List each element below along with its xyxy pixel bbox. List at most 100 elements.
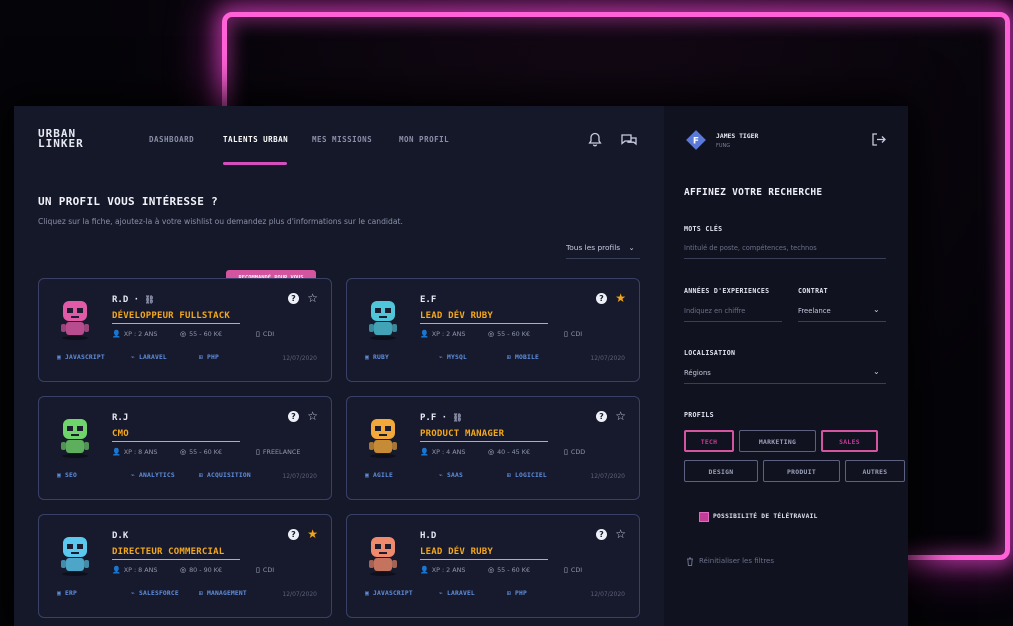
info-icon[interactable]: ? [596, 293, 607, 304]
info-icon[interactable]: ? [288, 411, 299, 422]
chat-icon[interactable] [620, 133, 638, 147]
candidate-avatar [61, 301, 89, 340]
candidate-initials: E.F [420, 295, 437, 305]
star-icon[interactable]: ☆ [615, 409, 626, 423]
tag-icon: ⊞ [199, 590, 207, 597]
person-icon: 👤 [112, 330, 121, 338]
chevron-down-icon[interactable]: ⌄ [873, 367, 880, 376]
tag-icon: ⌁ [131, 590, 139, 597]
star-icon[interactable]: ☆ [307, 409, 318, 423]
logo[interactable]: URBAN LINKER [38, 128, 84, 150]
candidate-card[interactable]: D.K DIRECTEUR COMMERCIAL 👤 XP : 8 ANS ◎ 80 - … [38, 514, 332, 618]
candidate-initials: R.D · ⛓ [112, 295, 155, 305]
tag-label: LARAVEL [446, 590, 475, 597]
experience-underline [684, 321, 782, 322]
profile-button-sales[interactable]: SALES [821, 430, 878, 452]
candidate-card[interactable]: R.D · ⛓ DÉVELOPPEUR FULLSTACK 👤 XP : 2 ANS ◎… [38, 278, 332, 382]
money-icon: ◎ [488, 566, 495, 574]
candidate-card[interactable]: P.F · ⛓ PRODUCT MANAGER 👤 XP : 4 ANS ◎ 40 - 4… [346, 396, 640, 500]
card-date: 12/07/2020 [590, 355, 625, 362]
skill-tag: ⌁ SAAS [439, 472, 463, 479]
star-icon[interactable]: ★ [615, 291, 626, 305]
location-select[interactable]: Régions [684, 369, 711, 377]
skill-tag: ⌁ MYSQL [439, 354, 467, 361]
candidate-avatar [61, 537, 89, 576]
user-avatar[interactable]: F [686, 130, 706, 150]
meta-value: 55 - 60 K€ [189, 330, 223, 338]
tag-label: AGILE [372, 472, 393, 479]
money-icon: ◎ [180, 330, 187, 338]
info-icon[interactable]: ? [596, 529, 607, 540]
page-title: UN PROFIL VOUS INTÉRESSE ? [38, 195, 218, 208]
document-icon: ▯ [564, 330, 568, 338]
skill-tag: ▣ JAVASCRIPT [57, 354, 105, 361]
bell-icon[interactable] [588, 132, 602, 147]
link-icon: ⛓ [452, 413, 463, 422]
contract-select[interactable]: Freelance [798, 307, 831, 315]
role-underline [112, 441, 240, 442]
candidate-card[interactable]: H.D LEAD DÉV RUBY 👤 XP : 2 ANS ◎ 55 - 60 K€ ▯ C… [346, 514, 640, 618]
profile-filter-dropdown[interactable]: Tous les profils ⌄ [566, 243, 635, 252]
meta-value: CDI [262, 330, 275, 338]
candidate-initials: P.F · ⛓ [420, 413, 463, 423]
tag-label: MOBILE [514, 354, 539, 361]
tag-label: SALESFORCE [138, 590, 179, 597]
filter-sidebar: F JAMES TIGER FUNG AFFINEZ VOTRE RECHERC… [664, 106, 908, 626]
tag-label: LARAVEL [138, 354, 167, 361]
candidate-meta-xp: 👤 XP : 2 ANS [420, 330, 465, 338]
star-icon[interactable]: ★ [307, 527, 318, 541]
skill-tag: ⌁ ANALYTICS [131, 472, 175, 479]
info-icon[interactable]: ? [288, 293, 299, 304]
reset-filters-link[interactable]: Réinitialiser les filtres [699, 557, 774, 565]
link-icon: ⛓ [144, 295, 155, 304]
nav-dashboard[interactable]: DASHBOARD [149, 135, 194, 144]
info-icon[interactable]: ? [288, 529, 299, 540]
candidate-avatar [369, 419, 397, 458]
trash-icon[interactable] [686, 557, 694, 566]
chevron-down-icon[interactable]: ⌄ [873, 305, 880, 314]
experience-input[interactable]: Indiquez en chiffre [684, 307, 745, 315]
candidate-meta-xp: 👤 XP : 4 ANS [420, 448, 465, 456]
nav-mon-profil[interactable]: MON PROFIL [399, 135, 449, 144]
skill-tag: ⊞ PHP [507, 590, 527, 597]
skill-tag: ▣ JAVASCRIPT [365, 590, 413, 597]
role-underline [420, 323, 548, 324]
candidate-initials: D.K [112, 531, 129, 541]
skill-tag: ⊞ PHP [199, 354, 219, 361]
star-icon[interactable]: ☆ [615, 527, 626, 541]
card-date: 12/07/2020 [590, 473, 625, 480]
tag-icon: ▣ [365, 590, 373, 597]
candidate-meta-ctr: ▯ CDI [564, 566, 582, 574]
nav-mes-missions[interactable]: MES MISSIONS [312, 135, 372, 144]
money-icon: ◎ [488, 448, 495, 456]
tag-label: ANALYTICS [138, 472, 175, 479]
candidate-meta-sal: ◎ 55 - 60 K€ [180, 330, 222, 338]
logo-line-2: LINKER [38, 137, 84, 150]
remote-checkbox[interactable] [699, 512, 709, 522]
role-underline [112, 323, 240, 324]
tag-label: JAVASCRIPT [64, 354, 105, 361]
profile-button-autres[interactable]: AUTRES [845, 460, 905, 482]
candidate-card[interactable]: E.F LEAD DÉV RUBY 👤 XP : 2 ANS ◎ 55 - 60 K€ ▯ C… [346, 278, 640, 382]
meta-value: XP : 2 ANS [431, 330, 466, 338]
profile-button-marketing[interactable]: MARKETING [739, 430, 816, 452]
meta-value: XP : 2 ANS [123, 330, 158, 338]
info-icon[interactable]: ? [596, 411, 607, 422]
tag-icon: ⌁ [131, 354, 139, 361]
profile-button-design[interactable]: DESIGN [684, 460, 758, 482]
logout-icon[interactable] [871, 132, 887, 147]
meta-value: CDD [570, 448, 586, 456]
star-icon[interactable]: ☆ [307, 291, 318, 305]
document-icon: ▯ [256, 330, 260, 338]
candidate-role: DIRECTEUR COMMERCIAL [112, 547, 225, 557]
skill-tag: ▣ RUBY [365, 354, 389, 361]
profile-button-tech[interactable]: TECH [684, 430, 734, 452]
candidate-card[interactable]: R.J CMO 👤 XP : 8 ANS ◎ 55 - 60 K€ ▯ FREELANCE? ☆… [38, 396, 332, 500]
nav-talents-urban[interactable]: TALENTS URBAN [223, 135, 288, 144]
skill-tag: ⊞ MOBILE [507, 354, 539, 361]
candidate-meta-xp: 👤 XP : 2 ANS [420, 566, 465, 574]
tag-icon: ⊞ [507, 472, 515, 479]
keywords-input[interactable]: Intitulé de poste, compétences, technos [684, 244, 817, 252]
profile-button-produit[interactable]: PRODUIT [763, 460, 840, 482]
tag-icon: ▣ [365, 354, 373, 361]
